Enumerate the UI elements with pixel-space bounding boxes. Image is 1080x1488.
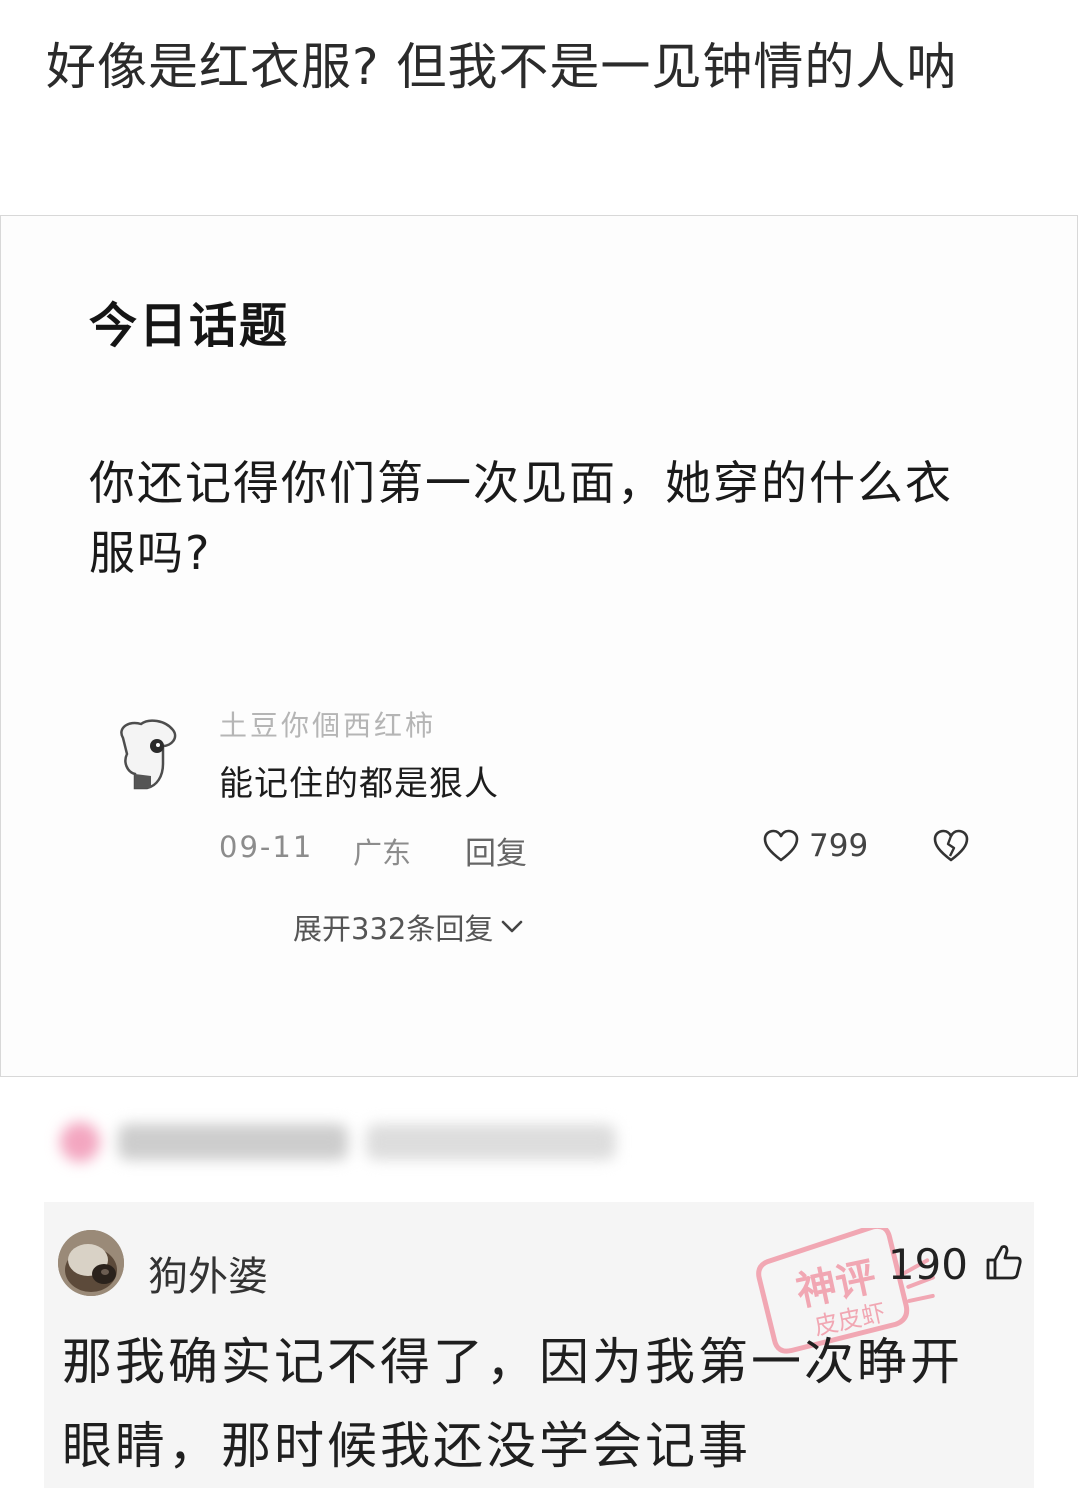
post-title: 好像是红衣服? 但我不是一见钟情的人呐: [46, 38, 958, 96]
like-count: 799: [809, 828, 869, 864]
expand-replies-button[interactable]: 展开332条回复: [293, 906, 525, 948]
user-comment: 狗外婆 神评 皮皮虾 190 那我确实记不得了，因为我第一次睁开眼睛，那时候我还…: [44, 1202, 1034, 1488]
reply-button[interactable]: 回复: [465, 828, 527, 873]
comment-region: 广东: [353, 836, 412, 870]
comment-text: 能记住的都是狠人: [219, 764, 499, 804]
heart-outline-icon[interactable]: [763, 829, 799, 863]
comment-date: 09-11: [219, 830, 314, 864]
user-name[interactable]: 狗外婆: [148, 1244, 268, 1302]
commenter-username[interactable]: 土豆你個西红柿: [219, 704, 436, 744]
chevron-down-icon: [502, 920, 523, 933]
commenter-avatar[interactable]: [113, 716, 181, 792]
broken-heart-icon[interactable]: [933, 829, 969, 863]
upvote-count: 190: [887, 1240, 968, 1289]
blurred-label: [118, 1124, 348, 1160]
topic-card-screenshot: 今日话题 你还记得你们第一次见面，她穿的什么衣服吗? 土豆你個西红柿 能记住的都…: [0, 215, 1078, 1077]
blurred-icon: [60, 1122, 100, 1162]
card-heading: 今日话题: [89, 298, 290, 354]
blurred-label: [366, 1124, 616, 1160]
expand-replies-label: 展开332条回复: [293, 912, 494, 946]
thumbs-up-icon[interactable]: [984, 1242, 1024, 1282]
blurred-source-banner: [60, 1112, 700, 1172]
user-comment-text: 那我确实记不得了，因为我第一次睁开眼睛，那时候我还没学会记事: [62, 1333, 963, 1475]
user-avatar[interactable]: [58, 1230, 124, 1296]
card-question: 你还记得你们第一次见面，她穿的什么衣服吗?: [89, 456, 953, 580]
